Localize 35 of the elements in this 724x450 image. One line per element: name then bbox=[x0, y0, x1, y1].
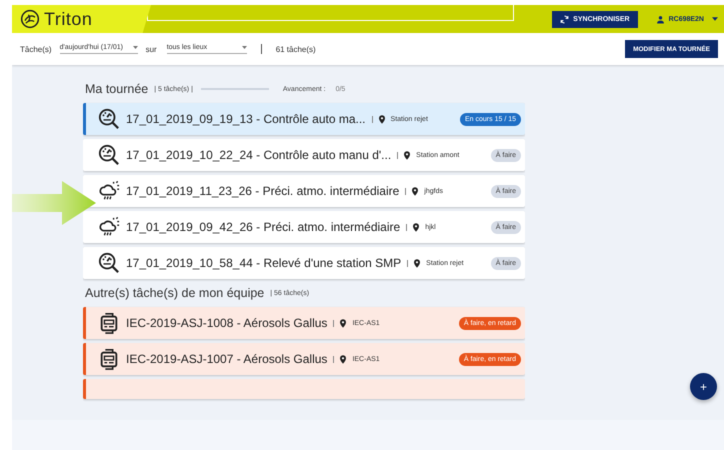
task-title: IEC-2019-ASJ-1007 - Aérosols Gallus bbox=[126, 352, 328, 366]
sync-icon bbox=[560, 14, 570, 24]
device-icon bbox=[98, 312, 120, 334]
location-pin-icon bbox=[414, 258, 420, 268]
gauge-icon bbox=[98, 252, 120, 274]
location-pin-icon bbox=[404, 150, 410, 160]
header-field[interactable] bbox=[146, 5, 514, 21]
filter-label: Tâche(s) bbox=[20, 44, 52, 54]
app-title: Triton bbox=[44, 8, 92, 30]
gauge-icon bbox=[98, 108, 120, 130]
weather-icon bbox=[98, 216, 120, 238]
task-title: 17_01_2019_10_58_44 - Relevé d'une station SMP bbox=[126, 256, 402, 270]
section-title: Autre(s) tâche(s) de mon équipe bbox=[85, 286, 264, 300]
task-title: 17_01_2019_11_23_26 - Préci. atmo. intermédiaire bbox=[126, 184, 400, 198]
task-title: 17_01_2019_09_19_13 - Contrôle auto ma... bbox=[126, 112, 366, 126]
location-pin-icon bbox=[412, 186, 418, 196]
task-title: 17_01_2019_10_22_24 - Contrôle auto manu d'... bbox=[126, 148, 392, 162]
user-icon bbox=[656, 14, 665, 24]
task-title: IEC-2019-ASJ-1008 - Aérosols Gallus bbox=[126, 316, 328, 330]
caret-icon bbox=[242, 46, 247, 49]
filter-label: sur bbox=[146, 44, 157, 54]
location-pin-icon bbox=[378, 114, 385, 124]
section-title: Ma tournée bbox=[85, 82, 148, 96]
task-title: 17_01_2019_09_42_26 - Préci. atmo. intermédiaire bbox=[126, 220, 400, 234]
caret-icon bbox=[132, 46, 138, 49]
weather-icon bbox=[98, 180, 120, 202]
task-count: 61 tâche(s) bbox=[276, 44, 316, 54]
location-pin-icon bbox=[340, 354, 346, 364]
add-button[interactable]: + bbox=[690, 373, 717, 400]
location-pin-icon bbox=[413, 222, 420, 232]
location-pin-icon bbox=[340, 318, 346, 328]
device-icon bbox=[98, 348, 120, 370]
gauge-icon bbox=[98, 144, 120, 166]
caret-icon bbox=[712, 17, 718, 21]
logo-icon bbox=[20, 9, 40, 29]
